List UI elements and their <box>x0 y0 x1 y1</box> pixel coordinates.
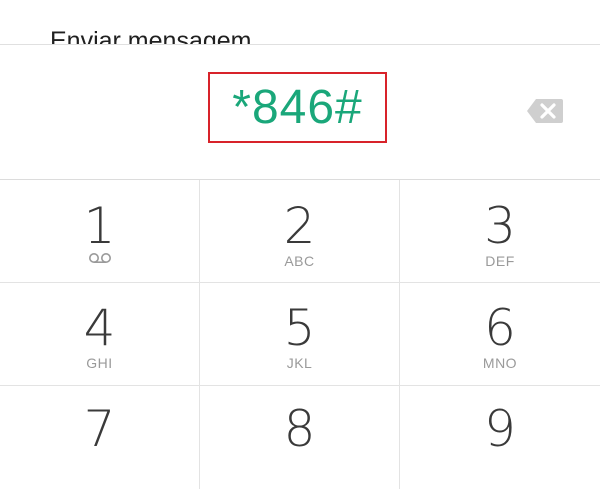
key-letters: DEF <box>485 253 515 269</box>
key-letters: ABC <box>284 253 315 269</box>
key-1[interactable]: 1 <box>0 180 200 283</box>
key-2[interactable]: 2 ABC <box>200 180 400 283</box>
key-digit: 2 <box>283 197 316 255</box>
dial-display: *846# <box>0 45 600 180</box>
send-message-menu-item[interactable]: Enviar mensagem <box>50 26 251 44</box>
key-6[interactable]: 6 MNO <box>400 283 600 386</box>
backspace-button[interactable] <box>526 98 564 124</box>
key-digit: 4 <box>83 299 116 357</box>
key-8[interactable]: 8 <box>200 386 400 489</box>
key-digit: 3 <box>484 197 516 255</box>
key-digit: 8 <box>283 400 316 458</box>
key-digit: 7 <box>83 400 116 458</box>
dialed-number: *846# <box>232 80 363 134</box>
key-3[interactable]: 3 DEF <box>400 180 600 283</box>
key-digit: 6 <box>484 299 516 357</box>
key-5[interactable]: 5 JKL <box>200 283 400 386</box>
voicemail-icon <box>88 253 111 263</box>
key-digit: 9 <box>484 400 516 458</box>
key-4[interactable]: 4 GHI <box>0 283 200 386</box>
key-7[interactable]: 7 <box>0 386 200 489</box>
top-menu: Enviar mensagem <box>0 0 600 45</box>
dialed-number-highlight: *846# <box>208 72 387 143</box>
key-9[interactable]: 9 <box>400 386 600 489</box>
key-letters: MNO <box>482 355 518 371</box>
key-letters: GHI <box>86 355 113 371</box>
dial-keypad: 1 2 ABC 3 DEF 4 GHI 5 JKL 6 MNO 7 8 9 <box>0 180 600 489</box>
key-letters: JKL <box>286 355 313 371</box>
backspace-icon <box>527 99 563 123</box>
key-digit: 5 <box>283 299 316 357</box>
key-digit: 1 <box>83 197 116 255</box>
